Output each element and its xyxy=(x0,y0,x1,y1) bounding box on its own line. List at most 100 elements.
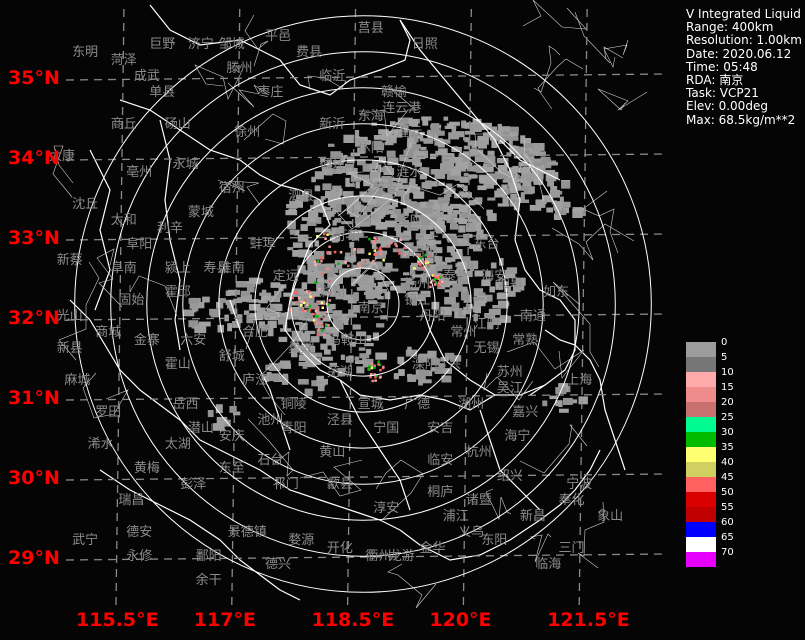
city-label: 邹城 xyxy=(219,36,245,52)
city-label: 彭泽 xyxy=(180,477,206,492)
echo-core-1186 xyxy=(344,261,347,264)
echo-cell-336 xyxy=(453,131,465,138)
echo-cell-920 xyxy=(444,296,456,305)
echo-cell-838 xyxy=(235,281,247,288)
legend-swatch xyxy=(686,357,716,372)
echo-cell-630 xyxy=(446,246,455,253)
echo-core-1293 xyxy=(309,295,312,298)
echo-cell-1129 xyxy=(542,400,548,407)
lon-label: 121.5°E xyxy=(547,609,630,631)
echo-core-1308 xyxy=(316,333,320,336)
echo-core-1224 xyxy=(417,260,420,263)
echo-cell-848 xyxy=(227,323,232,332)
echo-core-1192 xyxy=(386,245,389,248)
echo-core-1232 xyxy=(427,264,431,267)
city-label: 光山 xyxy=(57,309,83,324)
city-label: 黄梅 xyxy=(134,461,160,476)
city-label: 六安 xyxy=(180,333,206,348)
echo-cell-393 xyxy=(550,189,560,198)
echo-cell-369 xyxy=(491,173,503,180)
city-label: 霍邱 xyxy=(165,285,191,300)
echo-cell-335 xyxy=(412,144,421,149)
echo-core-1177 xyxy=(353,248,356,251)
city-label: 商丘 xyxy=(111,117,137,132)
echo-core-1187 xyxy=(347,264,350,268)
legend-swatch xyxy=(686,462,716,477)
echo-cell-127 xyxy=(443,116,449,121)
echo-cell-999 xyxy=(444,216,452,221)
max-text: Max: 68.5kg/m**2 xyxy=(686,112,796,127)
echo-cell-727 xyxy=(384,291,391,300)
city-label: 宁波 xyxy=(566,476,592,492)
lat-label: 33°N xyxy=(8,227,60,249)
city-label: 宁国 xyxy=(373,420,399,436)
echo-cell-342 xyxy=(469,123,482,132)
city-label: 寿县 xyxy=(203,261,229,276)
echo-core-1284 xyxy=(304,309,307,313)
echo-core-1191 xyxy=(396,248,400,252)
city-label: 宿州 xyxy=(219,180,245,196)
echo-cell-696 xyxy=(307,275,316,281)
city-label: 象山 xyxy=(597,509,623,524)
echo-cell-733 xyxy=(356,287,369,291)
echo-core-1274 xyxy=(370,362,374,365)
legend-label: 10 xyxy=(721,367,734,378)
city-label: 沈丘 xyxy=(72,197,98,212)
echo-cell-1043 xyxy=(375,211,380,216)
city-label: 砀山 xyxy=(165,117,191,132)
echo-cell-387 xyxy=(522,166,531,174)
echo-core-1301 xyxy=(317,311,320,314)
echo-core-1291 xyxy=(294,291,298,294)
echo-cell-128 xyxy=(512,166,519,173)
echo-cell-662 xyxy=(332,220,337,226)
legend-swatch xyxy=(686,477,716,492)
city-label: 菏泽 xyxy=(111,53,137,68)
city-label: 海宁 xyxy=(504,428,530,444)
city-label: 太湖 xyxy=(165,437,191,452)
legend-swatch xyxy=(686,417,716,432)
echo-cell-803 xyxy=(266,307,276,314)
city-label: 扬州 xyxy=(404,277,430,292)
echo-core-1208 xyxy=(403,254,406,257)
echo-cell-378 xyxy=(502,196,509,204)
echo-core-1162 xyxy=(327,303,330,306)
city-label: 费县 xyxy=(296,45,322,60)
city-label: 灌云 xyxy=(396,125,422,140)
echo-core-1255 xyxy=(370,366,374,370)
echo-core-1317 xyxy=(320,323,324,327)
echo-cell-1068 xyxy=(229,406,237,413)
echo-cell-797 xyxy=(307,313,313,317)
legend-swatch xyxy=(686,402,716,417)
echo-cell-853 xyxy=(216,301,224,309)
legend-label: 0 xyxy=(721,337,728,348)
echo-core-1203 xyxy=(373,241,377,245)
echo-core-1316 xyxy=(327,324,330,327)
echo-cell-988 xyxy=(453,218,463,223)
city-label: 金华 xyxy=(419,540,445,556)
echo-cell-929 xyxy=(489,286,495,293)
legend-label: 5 xyxy=(721,352,728,363)
echo-cell-318 xyxy=(508,136,519,141)
city-label: 景德镇 xyxy=(228,525,267,540)
echo-cell-984 xyxy=(466,223,476,232)
echo-core-1163 xyxy=(320,301,324,305)
city-label: 潜山 xyxy=(188,421,214,436)
city-label: 瑞昌 xyxy=(118,493,144,508)
city-label: 马鞍山 xyxy=(328,332,367,348)
legend-swatch xyxy=(686,537,716,552)
echo-cell-199 xyxy=(431,123,440,130)
echo-cell-513 xyxy=(306,222,317,226)
echo-cell-212 xyxy=(540,156,551,163)
echo-cell-118 xyxy=(355,181,360,189)
echo-core-1294 xyxy=(295,300,299,304)
echo-cell-346 xyxy=(497,123,502,132)
echo-cell-284 xyxy=(473,164,481,172)
echo-core-1148 xyxy=(323,232,326,236)
echo-core-1207 xyxy=(399,238,402,242)
echo-cell-755 xyxy=(320,343,328,350)
echo-core-1299 xyxy=(322,333,326,337)
legend-label: 20 xyxy=(721,397,734,408)
echo-cell-948 xyxy=(304,388,313,397)
echo-cell-705 xyxy=(352,324,361,330)
city-label: 济宁 xyxy=(188,36,214,52)
